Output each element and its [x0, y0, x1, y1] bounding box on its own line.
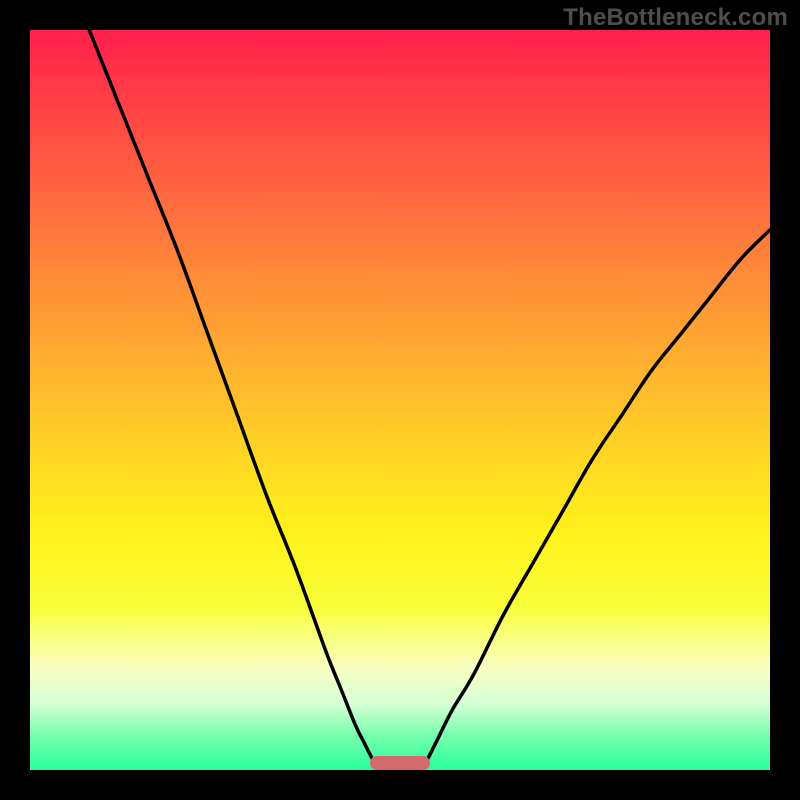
chart-frame: TheBottleneck.com — [0, 0, 800, 800]
watermark-text: TheBottleneck.com — [563, 4, 788, 32]
left-curve — [89, 30, 378, 770]
curve-svg — [30, 30, 770, 770]
right-curve — [422, 230, 770, 770]
plot-area — [30, 30, 770, 770]
bottleneck-marker — [370, 756, 429, 770]
